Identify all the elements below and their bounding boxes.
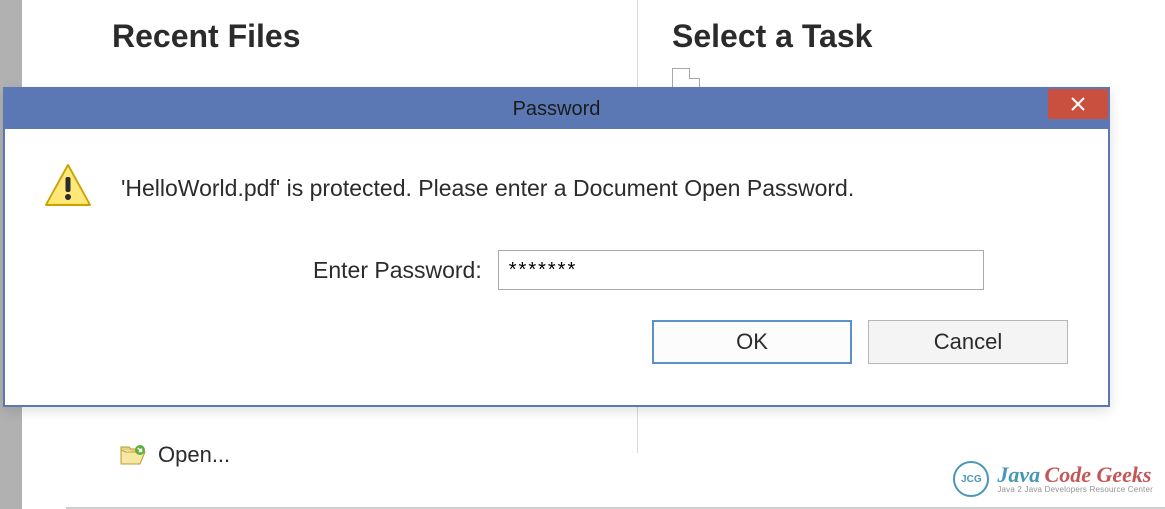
- password-label: Enter Password:: [313, 257, 482, 284]
- watermark-brand-secondary: Code Geeks: [1045, 462, 1152, 487]
- watermark: JCG Java Code Geeks Java 2 Java Develope…: [953, 461, 1153, 497]
- password-dialog: Password 'HelloWorld.pdf' is protected. …: [3, 87, 1110, 407]
- close-button[interactable]: [1048, 89, 1108, 119]
- cancel-button[interactable]: Cancel: [868, 320, 1068, 364]
- dialog-titlebar[interactable]: Password: [5, 89, 1108, 129]
- watermark-badge-icon: JCG: [953, 461, 989, 497]
- warning-icon: [43, 163, 93, 214]
- recent-files-heading: Recent Files: [112, 18, 301, 55]
- close-icon: [1070, 96, 1086, 112]
- dialog-title: Password: [513, 98, 601, 121]
- ok-button[interactable]: OK: [652, 320, 852, 364]
- watermark-brand-primary: Java: [997, 462, 1040, 487]
- open-label: Open...: [158, 442, 230, 468]
- watermark-subtitle: Java 2 Java Developers Resource Center: [997, 486, 1153, 494]
- folder-open-icon: [120, 444, 146, 466]
- select-task-heading: Select a Task: [672, 18, 872, 55]
- dialog-message: 'HelloWorld.pdf' is protected. Please en…: [121, 175, 854, 202]
- open-file-item[interactable]: Open...: [120, 442, 230, 468]
- password-input[interactable]: [498, 250, 984, 290]
